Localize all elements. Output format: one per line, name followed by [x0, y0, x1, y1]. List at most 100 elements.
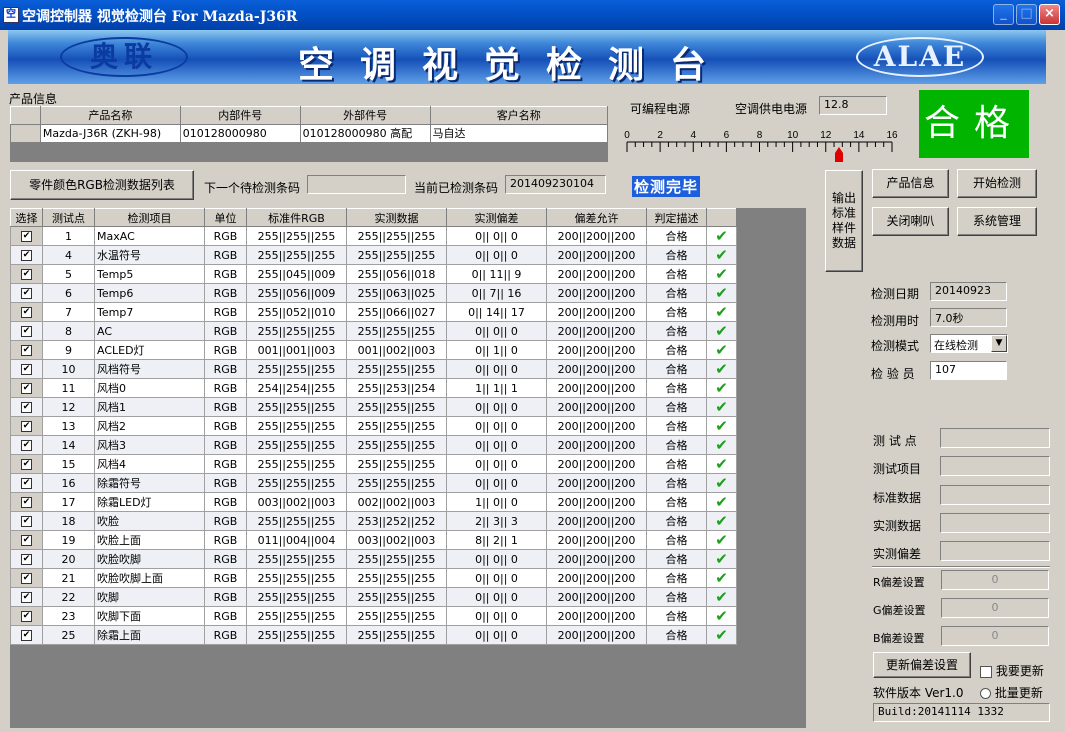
grid-header-9[interactable] — [706, 208, 737, 227]
table-row[interactable]: ✔ 6 Temp6 RGB 255||056||009 255||063||025 0|| … — [10, 283, 737, 303]
test-mode-select[interactable]: 在线检测 ▼ — [930, 334, 1008, 353]
want-update-option[interactable]: 我要更新 — [980, 662, 1044, 679]
batch-update-radio[interactable] — [980, 688, 991, 699]
row-checkbox[interactable]: ✔ — [21, 611, 32, 622]
update-deviation-button[interactable]: 更新偏差设置 — [873, 652, 971, 678]
row-select-cell[interactable]: ✔ — [10, 568, 43, 588]
row-checkbox[interactable]: ✔ — [21, 535, 32, 546]
row-checkbox[interactable]: ✔ — [21, 402, 32, 413]
export-standard-button[interactable]: 输出标准样件数据 — [825, 170, 863, 272]
row-select-cell[interactable]: ✔ — [10, 416, 43, 436]
table-row[interactable]: ✔ 4 水温符号 RGB 255||255||255 255||255||255 0|| 0… — [10, 245, 737, 265]
rgb-list-button[interactable]: 零件颜色RGB检测数据列表 — [10, 170, 194, 200]
row-checkbox[interactable]: ✔ — [21, 478, 32, 489]
row-select-cell[interactable]: ✔ — [10, 530, 43, 550]
grid-header-5[interactable]: 实测数据 — [346, 208, 447, 227]
minimize-button[interactable]: _ — [993, 4, 1014, 25]
row-checkbox[interactable]: ✔ — [21, 345, 32, 356]
row-checkbox[interactable]: ✔ — [21, 497, 32, 508]
row-select-cell[interactable]: ✔ — [10, 511, 43, 531]
r-deviation-field[interactable]: 0 — [941, 570, 1049, 590]
close-horn-button[interactable]: 关闭喇叭 — [872, 207, 949, 236]
row-checkbox[interactable]: ✔ — [21, 250, 32, 261]
grid-header-4[interactable]: 标准件RGB — [246, 208, 347, 227]
row-checkbox[interactable]: ✔ — [21, 288, 32, 299]
row-checkbox[interactable]: ✔ — [21, 516, 32, 527]
table-row[interactable]: ✔ 23 吹脚下面 RGB 255||255||255 255||255||255 0|| … — [10, 606, 737, 626]
table-row[interactable]: ✔ 13 风档2 RGB 255||255||255 255||255||255 0|| 0… — [10, 416, 737, 436]
grid-header-2[interactable]: 检测项目 — [94, 208, 205, 227]
product-info-button[interactable]: 产品信息 — [872, 169, 949, 198]
row-checkbox[interactable]: ✔ — [21, 307, 32, 318]
row-select-cell[interactable]: ✔ — [10, 359, 43, 379]
system-admin-button[interactable]: 系统管理 — [957, 207, 1037, 236]
row-checkbox[interactable]: ✔ — [21, 573, 32, 584]
grid-header-6[interactable]: 实测偏差 — [446, 208, 547, 227]
row-checkbox[interactable]: ✔ — [21, 630, 32, 641]
row-select-cell[interactable]: ✔ — [10, 473, 43, 493]
table-row[interactable]: ✔ 18 吹脸 RGB 255||255||255 253||252||252 2|| 3|… — [10, 511, 737, 531]
row-select-cell[interactable]: ✔ — [10, 340, 43, 360]
row-checkbox[interactable]: ✔ — [21, 592, 32, 603]
g-deviation-field[interactable]: 0 — [941, 598, 1049, 618]
table-row[interactable]: ✔ 15 风档4 RGB 255||255||255 255||255||255 0|| 0… — [10, 454, 737, 474]
row-checkbox[interactable]: ✔ — [21, 440, 32, 451]
row-select-cell[interactable]: ✔ — [10, 625, 43, 645]
row-select-cell[interactable]: ✔ — [10, 492, 43, 512]
inspector-input[interactable]: 107 — [930, 361, 1007, 380]
row-checkbox[interactable]: ✔ — [21, 421, 32, 432]
row-select-cell[interactable]: ✔ — [10, 302, 43, 322]
row-checkbox[interactable]: ✔ — [21, 364, 32, 375]
row-checkbox[interactable]: ✔ — [21, 554, 32, 565]
grid-header-1[interactable]: 测试点 — [42, 208, 95, 227]
row-select-cell[interactable]: ✔ — [10, 397, 43, 417]
row-checkbox[interactable]: ✔ — [21, 326, 32, 337]
row-select-cell[interactable]: ✔ — [10, 549, 43, 569]
table-row[interactable]: ✔ 10 风档符号 RGB 255||255||255 255||255||255 0|| … — [10, 359, 737, 379]
table-row[interactable]: ✔ 7 Temp7 RGB 255||052||010 255||066||027 0|| … — [10, 302, 737, 322]
table-row[interactable]: ✔ 11 风档0 RGB 254||254||255 255||253||254 1|| 1… — [10, 378, 737, 398]
row-checkbox[interactable]: ✔ — [21, 383, 32, 394]
row-select-cell[interactable]: ✔ — [10, 283, 43, 303]
row-select-cell[interactable]: ✔ — [10, 587, 43, 607]
table-row[interactable]: ✔ 22 吹脚 RGB 255||255||255 255||255||255 0|| 0|… — [10, 587, 737, 607]
row-select-cell[interactable]: ✔ — [10, 264, 43, 284]
product-internal-cell[interactable]: 010128000980 — [179, 123, 301, 143]
table-row[interactable]: ✔ 8 AC RGB 255||255||255 255||255||255 0|| 0||… — [10, 321, 737, 341]
close-button[interactable]: × — [1039, 4, 1060, 25]
batch-update-option[interactable]: 批量更新 — [980, 684, 1043, 701]
row-checkbox[interactable]: ✔ — [21, 269, 32, 280]
table-row[interactable]: ✔ 21 吹脸吹脚上面 RGB 255||255||255 255||255||255 0|… — [10, 568, 737, 588]
table-row[interactable]: ✔ 12 风档1 RGB 255||255||255 255||255||255 0|| 0… — [10, 397, 737, 417]
table-row[interactable]: ✔ 25 除霜上面 RGB 255||255||255 255||255||255 0|| … — [10, 625, 737, 645]
grid-header-8[interactable]: 判定描述 — [646, 208, 707, 227]
row-select-cell[interactable]: ✔ — [10, 378, 43, 398]
table-row[interactable]: ✔ 5 Temp5 RGB 255||045||009 255||056||018 0|| … — [10, 264, 737, 284]
start-test-button[interactable]: 开始检测 — [957, 169, 1037, 198]
rgb-data-grid-area[interactable]: 选择 测试点 检测项目 单位 标准件RGB 实测数据 实测偏差 偏差允许 判定描述 ✔ 1 MaxA… — [10, 208, 806, 728]
row-checkbox[interactable]: ✔ — [21, 231, 32, 242]
table-row[interactable]: ✔ 19 吹脸上面 RGB 011||004||004 003||002||003 8|| … — [10, 530, 737, 550]
product-name-cell[interactable]: Mazda-J36R (ZKH-98) — [39, 123, 181, 143]
row-checkbox[interactable]: ✔ — [21, 459, 32, 470]
row-select-cell[interactable]: ✔ — [10, 226, 43, 246]
table-row[interactable]: ✔ 9 ACLED灯 RGB 001||001||003 001||002||003 0||… — [10, 340, 737, 360]
chevron-down-icon[interactable]: ▼ — [991, 335, 1007, 352]
row-select-cell[interactable]: ✔ — [10, 606, 43, 626]
grid-header-3[interactable]: 单位 — [204, 208, 247, 227]
row-select-cell[interactable]: ✔ — [10, 435, 43, 455]
table-row[interactable]: ✔ 20 吹脸吹脚 RGB 255||255||255 255||255||255 0|| … — [10, 549, 737, 569]
table-row[interactable]: ✔ 14 风档3 RGB 255||255||255 255||255||255 0|| 0… — [10, 435, 737, 455]
table-row[interactable]: ✔ 1 MaxAC RGB 255||255||255 255||255||255 0|| … — [10, 226, 737, 246]
b-deviation-field[interactable]: 0 — [941, 626, 1049, 646]
want-update-checkbox[interactable] — [980, 665, 992, 678]
row-select-cell[interactable]: ✔ — [10, 245, 43, 265]
grid-header-7[interactable]: 偏差允许 — [546, 208, 647, 227]
product-external-cell[interactable]: 010128000980 高配 — [299, 123, 431, 143]
app-icon[interactable]: 空 — [3, 7, 19, 23]
table-row[interactable]: ✔ 16 除霜符号 RGB 255||255||255 255||255||255 0|| … — [10, 473, 737, 493]
maximize-button[interactable]: □ — [1016, 4, 1037, 25]
row-select-cell[interactable]: ✔ — [10, 454, 43, 474]
table-row[interactable]: ✔ 17 除霜LED灯 RGB 003||002||003 002||002||003 1|… — [10, 492, 737, 512]
product-customer-cell[interactable]: 马自达 — [429, 123, 609, 143]
